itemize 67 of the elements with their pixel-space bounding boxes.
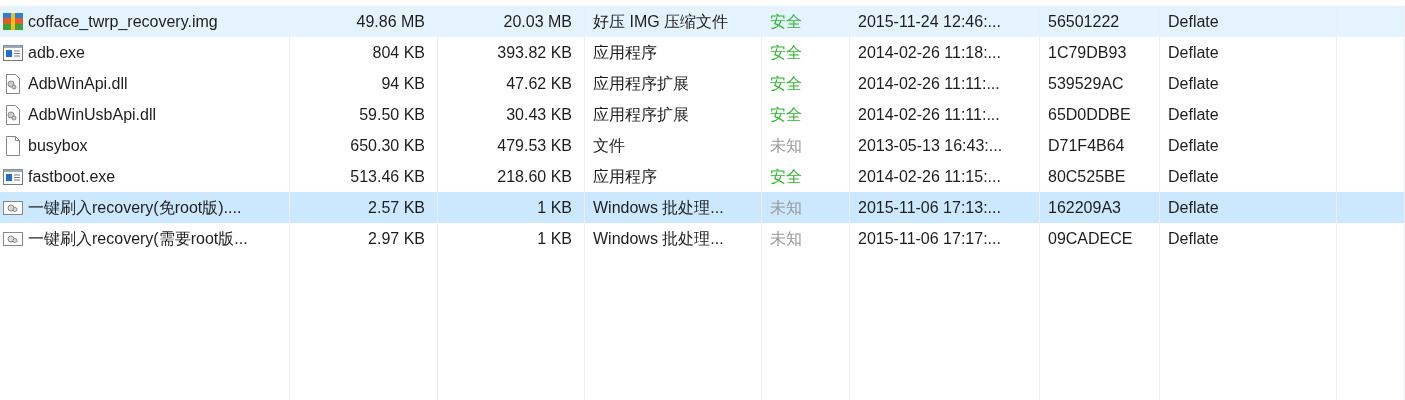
file-row[interactable]: cofface_twrp_recovery.img 49.86 MB 20.03 MB 好压 IMG 压缩文件 安全 2015-11-24 12:46:... 56501222 Deflate [0, 6, 1405, 37]
compression-method: Deflate [1167, 104, 1220, 125]
safety-status: 未知 [769, 228, 803, 249]
file-type: 好压 IMG 压缩文件 [592, 11, 730, 32]
safety-status: 未知 [769, 135, 803, 156]
packed-size: 479.53 KB [496, 135, 573, 156]
crc-value: 09CADECE [1047, 228, 1134, 249]
modified-date: 2015-11-06 17:17:... [857, 228, 1002, 249]
file-type: 应用程序扩展 [592, 104, 690, 125]
file-size: 650.30 KB [349, 135, 426, 156]
file-name: cofface_twrp_recovery.img [27, 11, 219, 32]
safety-status: 安全 [769, 73, 803, 94]
file-name: 一键刷入recovery(免root版).... [27, 197, 243, 218]
file-type: 应用程序 [592, 42, 658, 63]
file-type: 应用程序 [592, 166, 658, 187]
modified-date: 2014-02-26 11:11:... [857, 104, 1001, 125]
compression-method: Deflate [1167, 135, 1220, 156]
file-type: 应用程序扩展 [592, 73, 690, 94]
compression-method: Deflate [1167, 73, 1220, 94]
packed-size: 47.62 KB [505, 73, 573, 94]
file-size: 804 KB [371, 42, 426, 63]
compression-method: Deflate [1167, 11, 1220, 32]
packed-size: 1 KB [536, 197, 573, 218]
crc-value: 80C525BE [1047, 166, 1127, 187]
file-size: 59.50 KB [358, 104, 426, 125]
compression-method: Deflate [1167, 166, 1220, 187]
packed-size: 30.43 KB [505, 104, 573, 125]
modified-date: 2014-02-26 11:11:... [857, 73, 1001, 94]
file-size: 2.57 KB [367, 197, 426, 218]
compression-method: Deflate [1167, 42, 1220, 63]
file-type: 文件 [592, 135, 626, 156]
safety-status: 安全 [769, 42, 803, 63]
crc-value: 65D0DDBE [1047, 104, 1132, 125]
safety-status: 安全 [769, 11, 803, 32]
file-type: Windows 批处理... [592, 228, 725, 249]
modified-date: 2014-02-26 11:15:... [857, 166, 1002, 187]
file-name: AdbWinApi.dll [27, 73, 129, 94]
modified-date: 2015-11-24 12:46:... [857, 11, 1002, 32]
safety-status: 安全 [769, 166, 803, 187]
packed-size: 20.03 MB [502, 11, 573, 32]
compression-method: Deflate [1167, 197, 1220, 218]
crc-value: 1C79DB93 [1047, 42, 1128, 63]
packed-size: 393.82 KB [496, 42, 573, 63]
packed-size: 1 KB [536, 228, 573, 249]
file-name: busybox [27, 135, 89, 156]
file-type: Windows 批处理... [592, 197, 725, 218]
file-name: adb.exe [27, 42, 86, 63]
file-size: 2.97 KB [367, 228, 426, 249]
crc-value: 539529AC [1047, 73, 1125, 94]
file-size: 49.86 MB [355, 11, 426, 32]
file-row[interactable]: 一键刷入recovery(免root版).... 2.57 KB 1 KB Windows 批处理... 未知 2015-11-06 17:13:... 162209A3 Deflate [0, 192, 1405, 223]
file-name: 一键刷入recovery(需要root版... [27, 228, 249, 249]
packed-size: 218.60 KB [496, 166, 573, 187]
file-size: 513.46 KB [349, 166, 426, 187]
safety-status: 未知 [769, 197, 803, 218]
crc-value: 162209A3 [1047, 197, 1122, 218]
compression-method: Deflate [1167, 228, 1220, 249]
file-name: fastboot.exe [27, 166, 117, 187]
modified-date: 2013-05-13 16:43:... [857, 135, 1004, 156]
crc-value: 56501222 [1047, 11, 1121, 32]
modified-date: 2015-11-06 17:13:... [857, 197, 1002, 218]
safety-status: 安全 [769, 104, 803, 125]
file-name: AdbWinUsbApi.dll [27, 104, 158, 125]
archive-icon [2, 10, 24, 33]
file-size: 94 KB [380, 73, 426, 94]
modified-date: 2014-02-26 11:18:... [857, 42, 1002, 63]
crc-value: D71F4B64 [1047, 135, 1126, 156]
